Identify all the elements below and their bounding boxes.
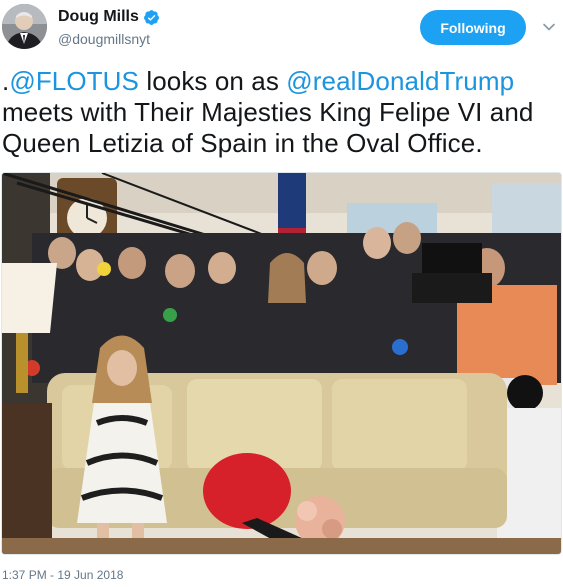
tweet-text: .@FLOTUS looks on as @realDonaldTrump me… xyxy=(2,66,558,159)
author-avatar[interactable] xyxy=(2,4,47,49)
verified-badge-icon xyxy=(143,9,159,25)
tweet-timestamp[interactable]: 1:37 PM - 19 Jun 2018 xyxy=(2,568,123,582)
author-handle[interactable]: @dougmillsnyt xyxy=(58,31,150,47)
mention-realdonaldtrump-link[interactable]: @realDonaldTrump xyxy=(286,66,514,96)
profile-photo-icon xyxy=(2,4,47,49)
chevron-down-icon[interactable] xyxy=(542,20,556,34)
tweet-text-middle: looks on as xyxy=(139,66,287,96)
author-name-text[interactable]: Doug Mills xyxy=(58,8,139,26)
mention-flotus-link[interactable]: @FLOTUS xyxy=(9,66,139,96)
tweet-photo-image xyxy=(2,173,561,554)
following-button[interactable]: Following xyxy=(420,10,526,45)
tweet-photo[interactable] xyxy=(1,172,562,555)
author-name[interactable]: Doug Mills xyxy=(58,8,160,26)
tweet-text-rest: meets with Their Majesties King Felipe V… xyxy=(2,97,534,158)
